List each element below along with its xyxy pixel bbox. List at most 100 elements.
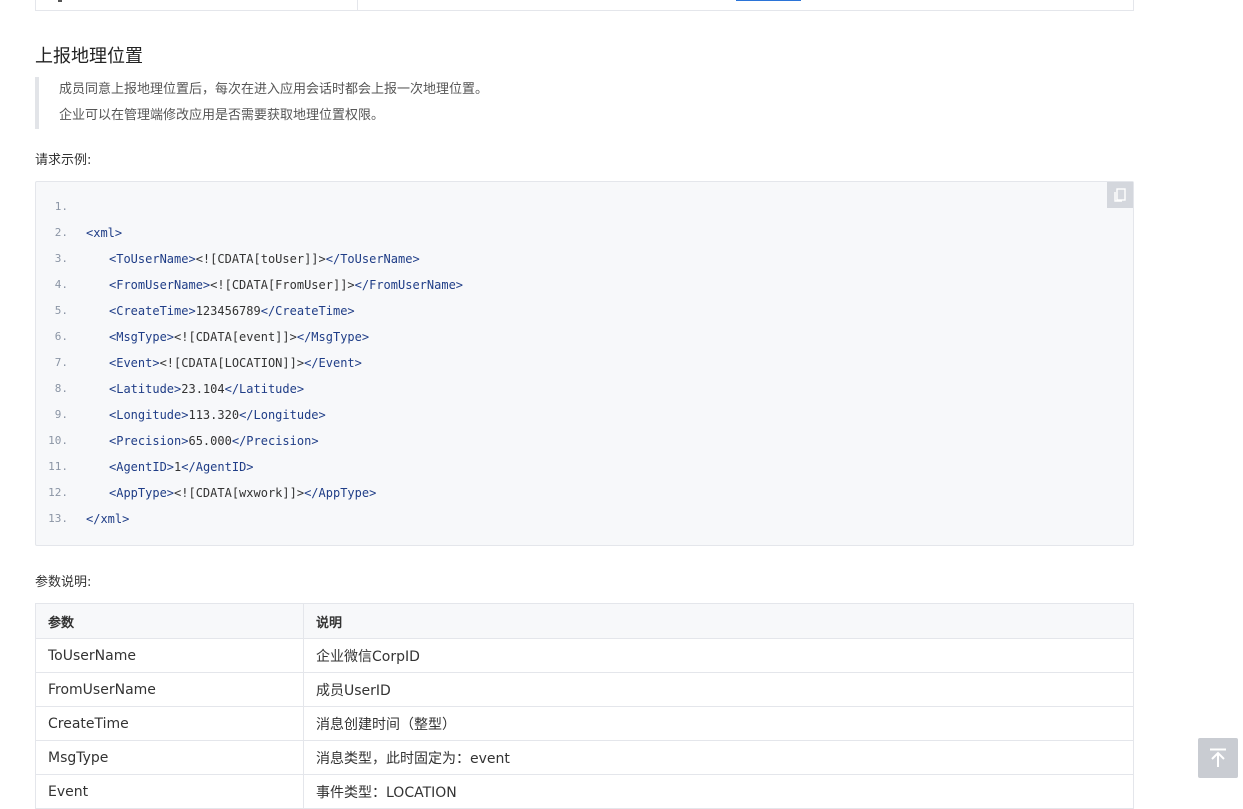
previous-table-bottom <box>35 0 1134 11</box>
param-name-cell: Event <box>35 774 304 809</box>
code-text: <AppType><![CDATA[wxwork]]></AppType> <box>86 480 376 506</box>
line-number: 7. <box>54 356 68 369</box>
xml-value: <![CDATA[wxwork]]> <box>174 486 305 500</box>
xml-value: <![CDATA[FromUser]]> <box>210 278 355 292</box>
params-table: 参数 说明 ToUserName 企业微信CorpID FromUserName… <box>35 603 1134 809</box>
xml-tag: <MsgType> <box>109 330 175 344</box>
line-number: 3. <box>54 252 68 265</box>
xml-tag: <ToUserName> <box>109 252 196 266</box>
table-header-cell: 参数 <box>35 603 304 639</box>
xml-tag: </AgentID> <box>181 460 254 474</box>
param-name-cell: ToUserName <box>35 638 304 673</box>
code-line: 11. <AgentID>1</AgentID> <box>36 454 1133 480</box>
code-text: <AgentID>1</AgentID> <box>86 454 254 480</box>
code-line: 10. <Precision>65.000</Precision> <box>36 428 1133 454</box>
line-number: 6. <box>54 330 68 343</box>
table-row: Event 事件类型：LOCATION <box>35 774 1134 809</box>
xml-value: 23.104 <box>181 382 225 396</box>
param-desc-cell: 成员UserID <box>303 672 1134 707</box>
arrow-up-to-top-icon <box>1210 748 1226 767</box>
xml-tag: <CreateTime> <box>109 304 196 318</box>
request-example-label: 请求示例: <box>35 153 92 168</box>
xml-tag: </Latitude> <box>224 382 305 396</box>
code-text: </xml> <box>86 506 129 532</box>
xml-tag: </Longitude> <box>239 408 326 422</box>
xml-tag: </AppType> <box>304 486 377 500</box>
xml-tag: <Latitude> <box>109 382 182 396</box>
xml-value: <![CDATA[LOCATION]]> <box>159 356 305 370</box>
previous-table-link-fragment[interactable] <box>736 0 801 1</box>
note-line: 成员同意上报地理位置后，每次在进入应用会话时都会上报一次地理位置。 <box>59 82 489 97</box>
line-number: 9. <box>54 408 68 421</box>
xml-value: <![CDATA[toUser]]> <box>195 252 326 266</box>
table-column-divider <box>357 0 358 10</box>
code-line: 6. <MsgType><![CDATA[event]]></MsgType> <box>36 324 1133 350</box>
line-number: 2. <box>54 226 68 239</box>
note-line: 企业可以在管理端修改应用是否需要获取地理位置权限。 <box>59 108 385 123</box>
line-number: 5. <box>54 304 68 317</box>
code-line: 4. <FromUserName><![CDATA[FromUser]]></Fr… <box>36 272 1133 298</box>
xml-value: <![CDATA[event]]> <box>174 330 297 344</box>
back-to-top-button[interactable] <box>1198 738 1238 778</box>
param-name-cell: FromUserName <box>35 672 304 707</box>
code-line: 3. <ToUserName><![CDATA[toUser]]></ToUser… <box>36 246 1133 272</box>
param-name-cell: MsgType <box>35 740 304 775</box>
table-header-cell: 说明 <box>303 603 1134 639</box>
table-row: CreateTime 消息创建时间（整型） <box>35 706 1134 741</box>
xml-value: 65.000 <box>188 434 232 448</box>
code-text: <xml> <box>86 220 122 246</box>
line-number: 12. <box>48 486 68 499</box>
line-number: 11. <box>48 460 68 473</box>
code-line: 7. <Event><![CDATA[LOCATION]]></Event> <box>36 350 1133 376</box>
xml-tag: </ToUserName> <box>325 252 420 266</box>
params-label: 参数说明: <box>35 575 92 590</box>
previous-table-cell-fragment <box>58 0 62 2</box>
code-line: 12. <AppType><![CDATA[wxwork]]></AppType> <box>36 480 1133 506</box>
xml-tag: <FromUserName> <box>109 278 211 292</box>
section-title: 上报地理位置 <box>35 46 143 67</box>
xml-tag: </Event> <box>304 356 362 370</box>
xml-tag: <AgentID> <box>109 460 175 474</box>
line-number: 4. <box>54 278 68 291</box>
xml-value: 123456789 <box>195 304 261 318</box>
param-desc-cell: 企业微信CorpID <box>303 638 1134 673</box>
xml-tag: <xml> <box>86 226 123 240</box>
code-text: <Longitude>113.320</Longitude> <box>86 402 326 428</box>
xml-tag: <AppType> <box>109 486 175 500</box>
line-number: 8. <box>54 382 68 395</box>
code-text: <Precision>65.000</Precision> <box>86 428 319 454</box>
xml-tag: </Precision> <box>231 434 319 448</box>
param-desc-cell: 消息创建时间（整型） <box>303 706 1134 741</box>
code-line: 8. <Latitude>23.104</Latitude> <box>36 376 1133 402</box>
code-lines: 1. 2. <xml> 3. <ToUserName><![CDATA[toUser]]… <box>36 194 1133 532</box>
code-text: <Event><![CDATA[LOCATION]]></Event> <box>86 350 362 376</box>
code-line: 13. </xml> <box>36 506 1133 532</box>
table-header-row: 参数 说明 <box>35 603 1134 639</box>
table-row: ToUserName 企业微信CorpID <box>35 638 1134 673</box>
xml-tag: <Precision> <box>109 434 189 448</box>
table-row: MsgType 消息类型，此时固定为：event <box>35 740 1134 775</box>
line-number: 1. <box>54 200 68 213</box>
xml-tag: </xml> <box>86 512 130 526</box>
xml-tag: <Event> <box>109 356 160 370</box>
code-line: 5. <CreateTime>123456789</CreateTime> <box>36 298 1133 324</box>
xml-tag: </CreateTime> <box>260 304 355 318</box>
code-text: <ToUserName><![CDATA[toUser]]></ToUserNa… <box>86 246 420 272</box>
xml-value: 113.320 <box>188 408 240 422</box>
code-text: <MsgType><![CDATA[event]]></MsgType> <box>86 324 369 350</box>
table-row: FromUserName 成员UserID <box>35 672 1134 707</box>
xml-tag: <Longitude> <box>109 408 189 422</box>
xml-tag: </FromUserName> <box>354 278 464 292</box>
line-number: 10. <box>48 434 68 447</box>
xml-tag: </MsgType> <box>296 330 370 344</box>
section-notes: 成员同意上报地理位置后，每次在进入应用会话时都会上报一次地理位置。 企业可以在管… <box>35 77 1035 129</box>
param-desc-cell: 消息类型，此时固定为：event <box>303 740 1134 775</box>
code-text: <CreateTime>123456789</CreateTime> <box>86 298 355 324</box>
code-line: 9. <Longitude>113.320</Longitude> <box>36 402 1133 428</box>
line-number: 13. <box>48 512 68 525</box>
code-block[interactable]: 1. 2. <xml> 3. <ToUserName><![CDATA[toUser]]… <box>35 181 1134 546</box>
param-desc-cell: 事件类型：LOCATION <box>303 774 1134 809</box>
code-line: 1. <box>36 194 1133 220</box>
code-line: 2. <xml> <box>36 220 1133 246</box>
code-text: <Latitude>23.104</Latitude> <box>86 376 304 402</box>
